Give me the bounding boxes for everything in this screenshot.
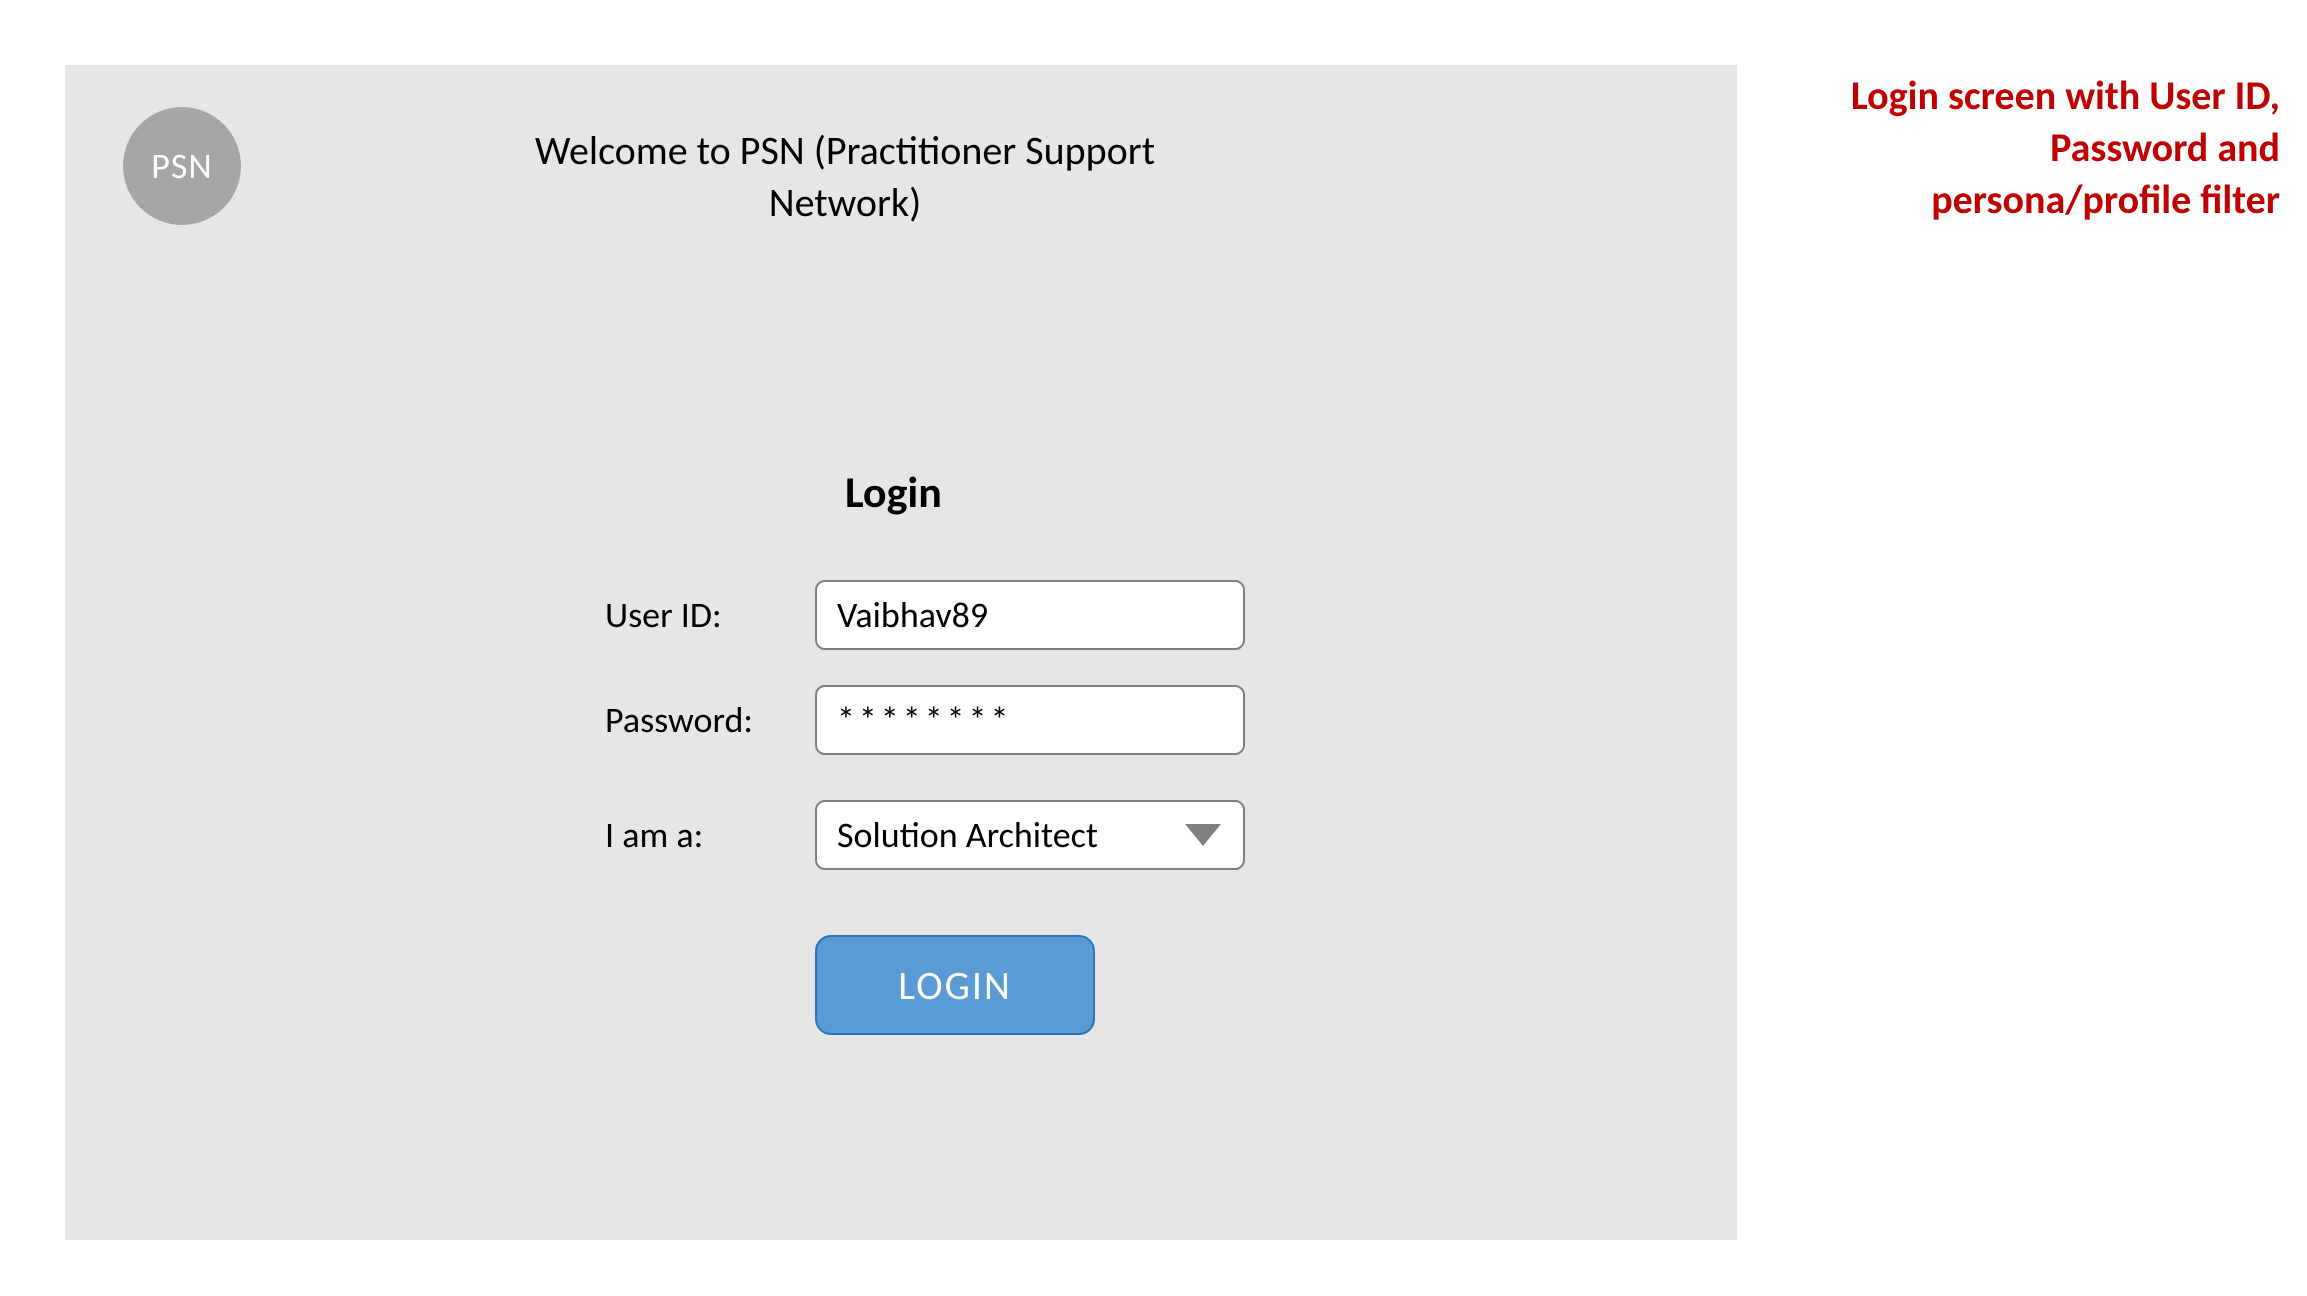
persona-select-value: Solution Architect — [815, 800, 1245, 870]
user-id-label: User ID: — [605, 593, 815, 637]
login-button[interactable]: LOGIN — [815, 935, 1095, 1035]
welcome-title: Welcome to PSN (Practitioner Support Net… — [485, 125, 1205, 229]
persona-label: I am a: — [605, 813, 815, 857]
annotation-text: Login screen with User ID, Password and … — [1790, 70, 2280, 226]
password-input[interactable] — [815, 685, 1245, 755]
user-id-input[interactable] — [815, 580, 1245, 650]
persona-select[interactable]: Solution Architect — [815, 800, 1245, 870]
logo-text: PSN — [151, 144, 212, 188]
user-id-row: User ID: — [605, 580, 1245, 650]
logo-badge: PSN — [123, 107, 241, 225]
persona-row: I am a: Solution Architect — [605, 800, 1245, 870]
login-panel: PSN Welcome to PSN (Practitioner Support… — [65, 65, 1737, 1240]
login-heading: Login — [845, 465, 942, 519]
password-row: Password: — [605, 685, 1245, 755]
password-label: Password: — [605, 698, 815, 742]
